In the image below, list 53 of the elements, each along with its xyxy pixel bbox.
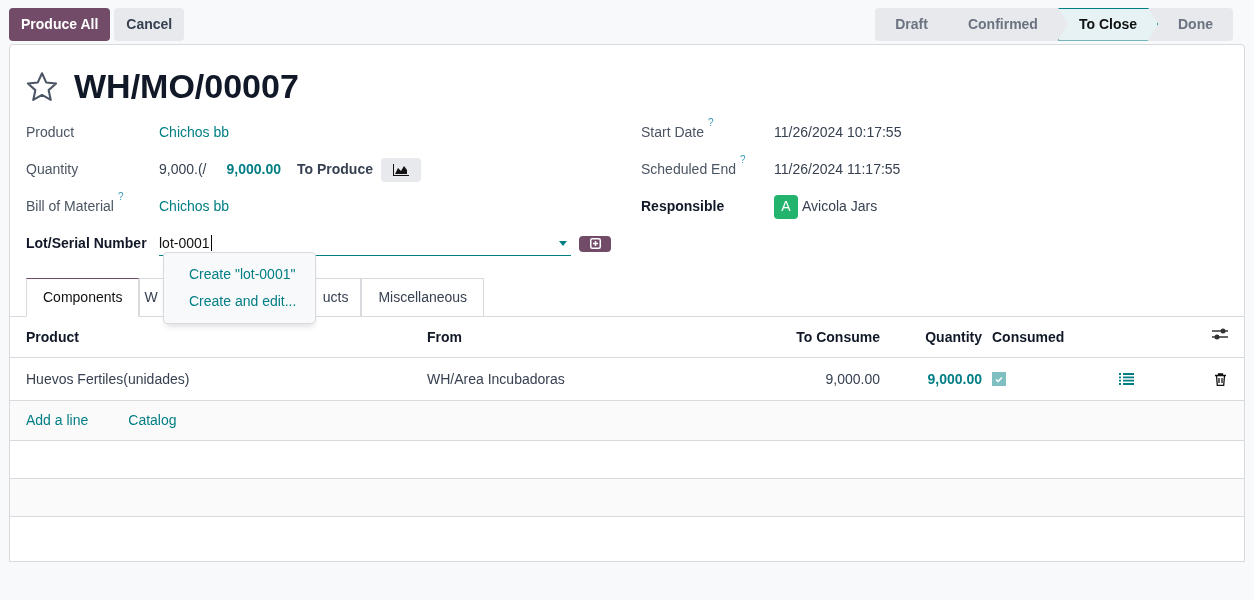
plus-square-icon (589, 238, 601, 249)
check-icon (995, 375, 1003, 383)
quantity-value: 9,000.(/ (159, 160, 207, 179)
area-chart-icon (392, 163, 409, 176)
menu-item[interactable]: Create and edit... (164, 288, 315, 315)
field-label: Quantity (26, 160, 79, 179)
list-icon[interactable] (1119, 373, 1134, 385)
help-mark[interactable]: ? (117, 192, 124, 202)
table-cell-text: WH/Area Incubadoras (427, 369, 566, 389)
table-cell-text: Huevos Fertiles(unidades) (26, 369, 191, 389)
user-name: Avicola Jars (802, 197, 878, 216)
open-record-button[interactable] (579, 235, 611, 252)
column-header: Quantity (924, 327, 982, 347)
status-stage[interactable]: Done (1158, 7, 1233, 41)
user-avatar: A (774, 194, 798, 219)
field-label: Lot/Serial Number (26, 234, 147, 253)
input-value: lot-0001 (159, 233, 210, 253)
status-stage[interactable]: Confirmed (947, 7, 1058, 41)
produced-value: 9,000.00 (226, 160, 281, 179)
column-header: Consumed (992, 327, 1065, 347)
field-label: Scheduled End (641, 160, 736, 179)
chart-button[interactable] (380, 157, 421, 182)
help-mark[interactable]: ? (708, 118, 714, 128)
column-header: From (427, 327, 463, 347)
column-header: Product (26, 327, 80, 347)
column-header: To Consume (795, 327, 880, 347)
tab[interactable]: Components (26, 278, 140, 317)
add-link[interactable]: Catalog (128, 410, 177, 431)
status-stage[interactable]: Draft (875, 7, 948, 41)
record-title: WH/MO/00007 (74, 66, 299, 107)
field-link[interactable]: Chichos bb (159, 122, 230, 143)
consumed-checkbox[interactable] (992, 372, 1006, 386)
to-produce-label: To Produce (297, 160, 373, 179)
add-link[interactable]: Add a line (26, 410, 89, 431)
settings-sliders-icon[interactable] (1212, 326, 1228, 341)
primary-button[interactable]: Produce All (9, 7, 111, 41)
help-mark[interactable]: ? (739, 155, 746, 165)
status-stage[interactable]: To Close (1057, 7, 1158, 41)
star-icon[interactable] (26, 71, 58, 102)
trash-icon[interactable] (1215, 372, 1226, 386)
field-label: Product (26, 123, 75, 142)
field-link[interactable]: Chichos bb (159, 196, 230, 217)
field-label: Bill of Material (26, 197, 114, 216)
menu-item[interactable]: Create "lot-0001" (164, 261, 315, 288)
field-value: 11/26/2024 11:17:55 (774, 160, 901, 179)
table-cell-text: 9,000.00 (926, 369, 982, 389)
field-label: Responsible (641, 197, 725, 216)
caret-icon (559, 240, 567, 246)
table-cell-text: 9,000.00 (824, 369, 880, 389)
field-value: 11/26/2024 10:17:55 (774, 123, 902, 142)
field-label: Start Date (641, 123, 705, 142)
tab[interactable]: Miscellaneous (361, 278, 485, 317)
secondary-button[interactable]: Cancel (114, 7, 185, 41)
